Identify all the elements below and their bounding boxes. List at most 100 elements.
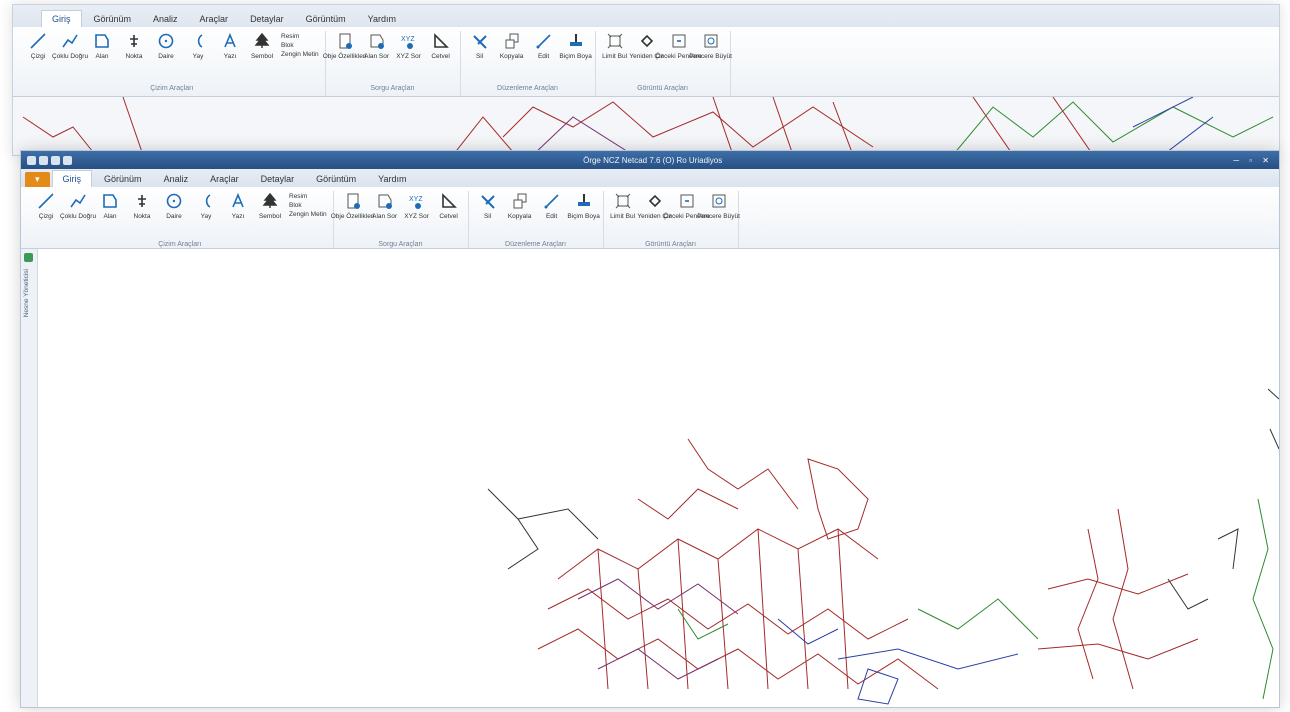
alan-sor-icon <box>375 191 395 211</box>
bg-edit-button[interactable]: Edit <box>531 31 557 61</box>
group-duzenleme-araclari: Sil Kopyala Edit Biçim Boya Düzenleme Araçla… <box>469 191 604 248</box>
bg-cizgi-button[interactable]: Çizgi <box>25 31 51 61</box>
group-cizim-araclari: Çizgi Çoklu Doğru Alan Nokta Daire Yay Yazı Sem… <box>27 191 334 248</box>
group-label: Düzenleme Araçları <box>505 241 567 248</box>
cetvel-button[interactable]: Cetvel <box>436 191 462 221</box>
window-controls[interactable]: ─ ▫ ✕ <box>1233 156 1273 165</box>
pencere-buyut-button[interactable]: Pencere Büyüt <box>697 191 740 221</box>
bg-resim-button[interactable]: Resim <box>281 33 319 40</box>
daire-label: Daire <box>166 213 182 220</box>
bg-group-sorgu-araclari: Obje Özellikleri Alan Sor XYZ XYZ Sor Cetvel… <box>323 31 461 96</box>
bg-nokta-button[interactable]: Nokta <box>121 31 147 61</box>
map-canvas[interactable] <box>38 249 1279 707</box>
bg-sembol-button[interactable]: Sembol <box>249 31 275 61</box>
bg-tab-gorunum[interactable]: Görünüm <box>84 11 142 27</box>
bg-zengin-metin-button[interactable]: Zengin Metin <box>281 51 319 58</box>
kopyala-label: Kopyala <box>507 213 532 220</box>
bg-yazi-button[interactable]: Yazı <box>217 31 243 61</box>
alan-icon <box>100 191 120 211</box>
bg-obje-ozellikleri-button[interactable]: Obje Özellikleri <box>323 31 366 61</box>
tab-yardim[interactable]: Yardım <box>368 171 416 187</box>
bg-tab-araclar[interactable]: Araçlar <box>190 11 239 27</box>
small-tools: Resim Blok Zengin Metin <box>289 191 327 218</box>
cizgi-icon <box>36 191 56 211</box>
daire-button[interactable]: Daire <box>161 191 187 221</box>
kopyala-button[interactable]: Kopyala <box>507 191 533 221</box>
xyz-sor-label: XYZ Sor <box>404 213 429 220</box>
bg-tab-giris[interactable]: Giriş <box>41 10 82 27</box>
bg-yay-label: Yay <box>192 53 204 60</box>
bg-kopyala-button[interactable]: Kopyala <box>499 31 525 61</box>
coklu-dogru-icon <box>68 191 88 211</box>
sil-button[interactable]: Sil <box>475 191 501 221</box>
tab-analiz[interactable]: Analiz <box>154 171 199 187</box>
tab-gorunum[interactable]: Görünüm <box>94 171 152 187</box>
obje-ozellikleri-label: Obje Özellikleri <box>330 213 375 220</box>
bg-bicim-boya-button[interactable]: Biçim Boya <box>559 31 592 61</box>
app-menu-button[interactable]: ▾ <box>25 172 50 187</box>
svg-text:XYZ: XYZ <box>409 196 423 203</box>
resim-button[interactable]: Resim <box>289 193 327 200</box>
bg-cetvel-button[interactable]: Cetvel <box>428 31 454 61</box>
sil-label: Sil <box>483 213 492 220</box>
bg-blok-button[interactable]: Blok <box>281 42 319 49</box>
tab-goruntum[interactable]: Görüntüm <box>306 171 366 187</box>
bg-daire-button[interactable]: Daire <box>153 31 179 61</box>
bg-tab-goruntum[interactable]: Görüntüm <box>296 11 356 27</box>
nokta-button[interactable]: Nokta <box>129 191 155 221</box>
xyz-sor-icon: XYZ <box>407 191 427 211</box>
bg-ribbon: Çizgi Çoklu Doğru Alan Nokta Daire Yay Yazı Sem… <box>13 27 1279 97</box>
onceki-pencere-button[interactable]: Önceki Pencere <box>663 191 710 221</box>
tab-detaylar[interactable]: Detaylar <box>251 171 305 187</box>
alan-sor-button[interactable]: Alan Sor <box>372 191 398 221</box>
bg-group-label: Sorgu Araçları <box>370 85 415 92</box>
limit-bul-button[interactable]: Limit Bul <box>610 191 636 221</box>
layer-icon[interactable] <box>24 253 33 262</box>
coklu-dogru-icon <box>60 31 80 51</box>
yay-button[interactable]: Yay <box>193 191 219 221</box>
coklu-dogru-button[interactable]: Çoklu Doğru <box>60 191 96 221</box>
edit-button[interactable]: Edit <box>539 191 565 221</box>
bg-limit-bul-button[interactable]: Limit Bul <box>602 31 628 61</box>
obje-ozellikleri-button[interactable]: Obje Özellikleri <box>331 191 374 221</box>
bg-xyz-sor-button[interactable]: XYZ XYZ Sor <box>396 31 422 61</box>
coklu-dogru-label: Çoklu Doğru <box>59 213 97 220</box>
group-sorgu-araclari: Obje Özellikleri Alan Sor XYZ XYZ Sor Cetvel… <box>331 191 469 248</box>
bg-yay-button[interactable]: Yay <box>185 31 211 61</box>
yazi-icon <box>228 191 248 211</box>
sembol-icon <box>260 191 280 211</box>
window-title: Örge NCZ Netcad 7.6 (O) Ro Uriadiyos <box>583 155 723 165</box>
pencere-buyut-label: Pencere Büyüt <box>697 213 740 220</box>
yay-label: Yay <box>200 213 212 220</box>
bg-sembol-label: Sembol <box>250 53 274 60</box>
bicim-boya-button[interactable]: Biçim Boya <box>567 191 600 221</box>
bg-onceki-pencere-button[interactable]: Önceki Pencere <box>655 31 702 61</box>
bg-xyz-sor-label: XYZ Sor <box>396 53 421 60</box>
alan-button[interactable]: Alan <box>97 191 123 221</box>
zengin-metin-button[interactable]: Zengin Metin <box>289 211 327 218</box>
xyz-sor-button[interactable]: XYZ XYZ Sor <box>404 191 430 221</box>
sembol-button[interactable]: Sembol <box>257 191 283 221</box>
side-panel-label: Nesne Yöneticisi <box>23 269 30 318</box>
bg-coklu-dogru-button[interactable]: Çoklu Doğru <box>52 31 88 61</box>
side-panel[interactable]: Nesne Yöneticisi <box>21 249 38 707</box>
cizgi-button[interactable]: Çizgi <box>33 191 59 221</box>
bg-group-label: Görüntü Araçları <box>637 85 689 92</box>
bg-sil-button[interactable]: Sil <box>467 31 493 61</box>
edit-icon <box>534 31 554 51</box>
bg-tab-detaylar[interactable]: Detaylar <box>240 11 294 27</box>
limit-bul-label: Limit Bul <box>610 213 636 220</box>
blok-button[interactable]: Blok <box>289 202 327 209</box>
yazi-button[interactable]: Yazı <box>225 191 251 221</box>
bg-alan-sor-button[interactable]: Alan Sor <box>364 31 390 61</box>
tab-araclar[interactable]: Araçlar <box>200 171 249 187</box>
bg-edit-label: Edit <box>537 53 550 60</box>
tab-giris[interactable]: Giriş <box>51 170 93 187</box>
bg-pencere-buyut-button[interactable]: Pencere Büyüt <box>689 31 732 61</box>
bg-alan-button[interactable]: Alan <box>89 31 115 61</box>
bg-tab-yardim[interactable]: Yardım <box>358 11 406 27</box>
bg-tab-analiz[interactable]: Analiz <box>143 11 188 27</box>
yay-icon <box>188 31 208 51</box>
bicim-boya-label: Biçim Boya <box>567 213 600 220</box>
quick-access-toolbar[interactable] <box>27 155 72 165</box>
